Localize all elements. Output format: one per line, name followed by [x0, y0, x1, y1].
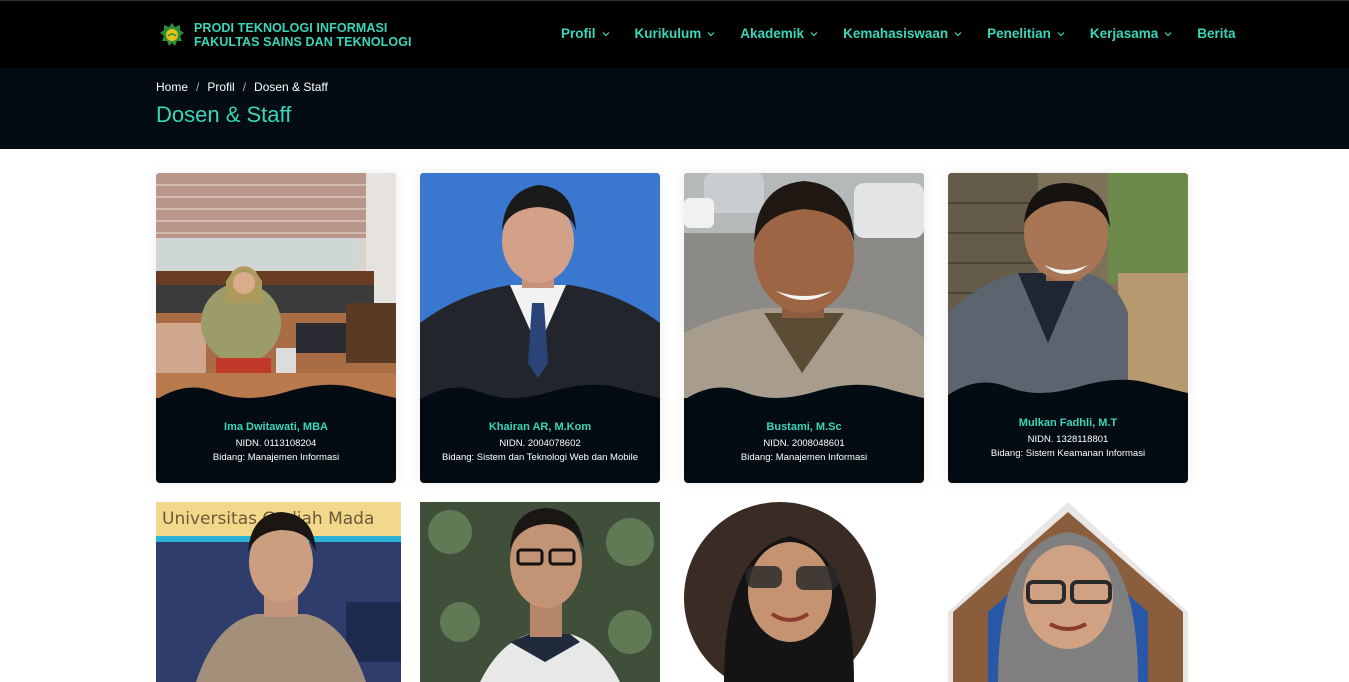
- staff-nidn: NIDN. 2008048601: [763, 438, 845, 449]
- staff-photo: [684, 173, 924, 398]
- main-nav: Profil Kurikulum Akademik Kemahasiswaan …: [561, 26, 1260, 41]
- nav-label: Kemahasiswaan: [843, 26, 949, 41]
- brand-line-1: PRODI TEKNOLOGI INFORMASI: [194, 21, 388, 35]
- university-logo-icon: [158, 21, 186, 49]
- staff-card[interactable]: Universitas Gadjah Mada: [156, 502, 401, 682]
- breadcrumb-separator: /: [242, 80, 247, 94]
- staff-photo: [420, 502, 660, 682]
- staff-photo: [948, 173, 1188, 398]
- page-title: Dosen & Staff: [156, 102, 292, 127]
- staff-info: Mulkan Fadhli, M.T NIDN. 1328118801 Bida…: [948, 417, 1188, 461]
- breadcrumb-profil[interactable]: Profil: [207, 80, 234, 94]
- nav-kerjasama[interactable]: Kerjasama: [1090, 26, 1173, 41]
- chevron-down-icon: [707, 31, 715, 36]
- staff-name[interactable]: Khairan AR, M.Kom: [420, 421, 660, 433]
- staff-nidn: NIDN. 1328118801: [1027, 434, 1109, 445]
- chevron-down-icon: [954, 31, 962, 36]
- breadcrumb: Home / Profil / Dosen & Staff: [156, 80, 328, 94]
- staff-card[interactable]: Khairan AR, M.Kom NIDN. 2004078602 Bidan…: [420, 173, 660, 483]
- staff-bidang: Bidang: Manajemen Informasi: [212, 452, 340, 463]
- staff-name[interactable]: Bustami, M.Sc: [684, 421, 924, 433]
- wave-decoration: [684, 384, 924, 418]
- staff-photo: [948, 502, 1188, 682]
- chevron-down-icon: [1057, 31, 1065, 36]
- breadcrumb-home[interactable]: Home: [156, 80, 188, 94]
- chevron-down-icon: [810, 31, 818, 36]
- staff-info: Ima Dwitawati, MBA NIDN. 0113108204 Bida…: [156, 421, 396, 465]
- nav-akademik[interactable]: Akademik: [740, 26, 819, 41]
- staff-name[interactable]: Ima Dwitawati, MBA: [156, 421, 396, 433]
- staff-photo: [420, 173, 660, 398]
- staff-nidn: NIDN. 2004078602: [499, 438, 581, 449]
- staff-card[interactable]: Bustami, M.Sc NIDN. 2008048601 Bidang: M…: [684, 173, 924, 483]
- brand[interactable]: PRODI TEKNOLOGI INFORMASI FAKULTAS SAINS…: [158, 21, 412, 49]
- nav-penelitian[interactable]: Penelitian: [987, 26, 1066, 41]
- wave-decoration: [156, 384, 396, 418]
- staff-nidn: NIDN. 0113108204: [235, 438, 317, 449]
- wave-decoration: [948, 379, 1188, 413]
- nav-label: Berita: [1197, 26, 1236, 41]
- staff-info: Bustami, M.Sc NIDN. 2008048601 Bidang: M…: [684, 421, 924, 465]
- nav-label: Penelitian: [987, 26, 1051, 41]
- nav-kemahasiswaan[interactable]: Kemahasiswaan: [843, 26, 963, 41]
- nav-berita[interactable]: Berita: [1197, 26, 1235, 41]
- staff-bidang: Bidang: Manajemen Informasi: [740, 452, 868, 463]
- breadcrumb-current: Dosen & Staff: [254, 80, 328, 94]
- nav-profil[interactable]: Profil: [561, 26, 611, 41]
- staff-photo: [684, 502, 876, 682]
- brand-line-2: FAKULTAS SAINS DAN TEKNOLOGI: [194, 35, 412, 49]
- staff-card[interactable]: [420, 502, 660, 682]
- chevron-down-icon: [1164, 31, 1172, 36]
- staff-card[interactable]: [948, 502, 1188, 682]
- staff-card[interactable]: Mulkan Fadhli, M.T NIDN. 1328118801 Bida…: [948, 173, 1188, 483]
- staff-info: Khairan AR, M.Kom NIDN. 2004078602 Bidan…: [420, 421, 660, 465]
- nav-kurikulum[interactable]: Kurikulum: [635, 26, 717, 41]
- nav-label: Kurikulum: [634, 26, 702, 41]
- chevron-down-icon: [602, 31, 609, 36]
- staff-photo: [156, 173, 396, 398]
- staff-bidang: Bidang: Sistem dan Teknologi Web dan Mob…: [441, 452, 639, 463]
- nav-label: Profil: [561, 26, 596, 41]
- nav-label: Akademik: [740, 26, 805, 41]
- wave-decoration: [420, 384, 660, 418]
- page-header: Home / Profil / Dosen & Staff Dosen & St…: [0, 68, 1349, 149]
- nav-label: Kerjasama: [1089, 26, 1159, 41]
- breadcrumb-separator: /: [196, 80, 200, 94]
- staff-bidang: Bidang: Sistem Keamanan Informasi: [990, 448, 1146, 459]
- staff-card[interactable]: Ima Dwitawati, MBA NIDN. 0113108204 Bida…: [156, 173, 396, 483]
- staff-name[interactable]: Mulkan Fadhli, M.T: [948, 417, 1188, 429]
- staff-photo: Universitas Gadjah Mada: [156, 502, 401, 682]
- top-navbar: PRODI TEKNOLOGI INFORMASI FAKULTAS SAINS…: [0, 0, 1349, 68]
- staff-card[interactable]: [684, 502, 876, 682]
